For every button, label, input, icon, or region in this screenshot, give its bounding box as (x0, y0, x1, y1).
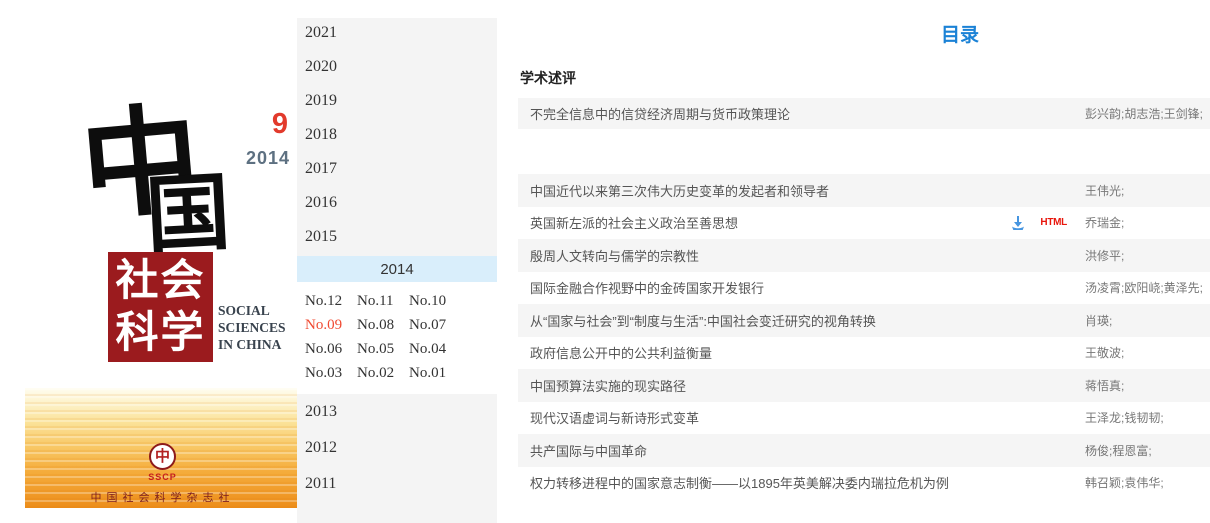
toc-title: 目录 (880, 20, 1040, 47)
toc-row: 政府信息公开中的公共利益衡量 王敬波; (518, 337, 1210, 370)
toc-row: 国际金融合作视野中的金砖国家开发银行 汤凌霄;欧阳峣;黄泽先; (518, 272, 1210, 305)
issue-item-no06[interactable]: No.06 (305, 337, 357, 361)
toc-section-heading: 学术述评 (520, 68, 576, 88)
article-authors[interactable]: 汤凌霄;欧阳峣;黄泽先; (1085, 279, 1210, 296)
cover-english-title: SOCIAL SCIENCES IN CHINA (218, 302, 286, 353)
article-title-link[interactable]: 政府信息公开中的公共利益衡量 (518, 343, 1085, 362)
article-title-link[interactable]: 中国预算法实施的现实路径 (518, 376, 1085, 395)
year-header-2014[interactable]: 2014 (297, 256, 497, 282)
cover-issue-year: 2014 (228, 148, 290, 169)
toc-row: 现代汉语虚词与新诗形式变革 王泽龙;钱韧韧; (518, 402, 1210, 435)
sscp-seal-icon: 中 (149, 443, 176, 470)
year-item-2011[interactable]: 2011 (297, 466, 497, 502)
year-expanded-2014: 2014 No.12 No.11 No.10 No.09 No.08 No.07… (297, 256, 497, 394)
issue-item-no05[interactable]: No.05 (357, 337, 409, 361)
issue-item-no11[interactable]: No.11 (357, 289, 409, 313)
article-authors[interactable]: 韩召颖;袁伟华; (1085, 474, 1210, 491)
issue-item-no07[interactable]: No.07 (409, 313, 461, 337)
article-title-link[interactable]: 中国近代以来第三次伟大历史变革的发起者和领导者 (518, 181, 1085, 200)
english-title-line3: IN CHINA (218, 336, 286, 353)
article-authors[interactable]: 洪修平; (1085, 247, 1210, 264)
toc-row: 共产国际与中国革命 杨俊;程恩富; (518, 434, 1210, 467)
toc-list: 不完全信息中的信贷经济周期与货币政策理论 彭兴韵;胡志浩;王剑锋; 中国近代以来… (518, 98, 1210, 499)
english-title-line2: SCIENCES (218, 319, 286, 336)
toc-row: 不完全信息中的信贷经济周期与货币政策理论 彭兴韵;胡志浩;王剑锋; (518, 98, 1210, 129)
issue-item-no12[interactable]: No.12 (305, 289, 357, 313)
issue-grid: No.12 No.11 No.10 No.09 No.08 No.07 No.0… (297, 282, 497, 394)
year-item-2013[interactable]: 2013 (297, 394, 497, 430)
article-actions: HTML (1010, 215, 1067, 231)
issue-item-no04[interactable]: No.04 (409, 337, 461, 361)
toc-section-gap (518, 129, 1210, 174)
article-title-link[interactable]: 国际金融合作视野中的金砖国家开发银行 (518, 278, 1085, 297)
issue-item-no09-active[interactable]: No.09 (305, 313, 357, 337)
article-authors[interactable]: 王伟光; (1085, 182, 1210, 199)
issue-item-no02[interactable]: No.02 (357, 361, 409, 385)
year-item-2017[interactable]: 2017 (297, 154, 497, 188)
article-title-link[interactable]: 现代汉语虚词与新诗形式变革 (518, 408, 1085, 427)
year-sidebar: 2021 2020 2019 2018 2017 2016 2015 2014 … (297, 18, 497, 523)
article-authors[interactable]: 王泽龙;钱韧韧; (1085, 409, 1210, 426)
article-authors[interactable]: 杨俊;程恩富; (1085, 442, 1210, 459)
cover-issue-number: 9 (238, 110, 288, 139)
cover-title-line1: 社会 (108, 255, 213, 307)
year-item-2012[interactable]: 2012 (297, 430, 497, 466)
year-item-2019[interactable]: 2019 (297, 86, 497, 120)
toc-row: 中国预算法实施的现实路径 蒋悟真; (518, 369, 1210, 402)
article-authors[interactable]: 乔瑞金; (1085, 214, 1210, 231)
year-item-2021[interactable]: 2021 (297, 18, 497, 52)
english-title-line1: SOCIAL (218, 302, 286, 319)
cover-title-line2: 科学 (108, 307, 213, 359)
year-item-2020[interactable]: 2020 (297, 52, 497, 86)
article-title-link[interactable]: 英国新左派的社会主义政治至善思想 (518, 213, 1010, 232)
sscp-abbr: SSCP (25, 472, 300, 482)
article-authors[interactable]: 彭兴韵;胡志浩;王剑锋; (1085, 105, 1210, 122)
cover-title-block: 社会 科学 (108, 252, 213, 362)
toc-row: 中国近代以来第三次伟大历史变革的发起者和领导者 王伟光; (518, 174, 1210, 207)
publisher-name: 中国社会科学杂志社 (25, 489, 300, 505)
issue-item-no01[interactable]: No.01 (409, 361, 461, 385)
year-item-2018[interactable]: 2018 (297, 120, 497, 154)
article-title-link[interactable]: 从“国家与社会”到“制度与生活”:中国社会变迁研究的视角转换 (518, 311, 1085, 330)
issue-item-no03[interactable]: No.03 (305, 361, 357, 385)
issue-item-no08[interactable]: No.08 (357, 313, 409, 337)
article-authors[interactable]: 王敬波; (1085, 344, 1210, 361)
download-icon[interactable] (1010, 215, 1026, 231)
toc-row: 从“国家与社会”到“制度与生活”:中国社会变迁研究的视角转换 肖瑛; (518, 304, 1210, 337)
publisher-panel: 中 SSCP 中国社会科学杂志社 (25, 388, 300, 508)
year-item-2016[interactable]: 2016 (297, 188, 497, 222)
article-authors[interactable]: 肖瑛; (1085, 312, 1210, 329)
article-title-link[interactable]: 权力转移进程中的国家意志制衡——以1895年英美解决委内瑞拉危机为例 (518, 473, 1085, 492)
article-authors[interactable]: 蒋悟真; (1085, 377, 1210, 394)
year-item-2015[interactable]: 2015 (297, 222, 497, 256)
cover-calligraphy-guo: 国 (144, 166, 233, 263)
article-title-link[interactable]: 不完全信息中的信贷经济周期与货币政策理论 (518, 104, 1085, 123)
html-fulltext-icon[interactable]: HTML (1040, 217, 1067, 228)
article-title-link[interactable]: 共产国际与中国革命 (518, 441, 1085, 460)
toc-row: 英国新左派的社会主义政治至善思想 HTML 乔瑞金; (518, 207, 1210, 240)
toc-row: 权力转移进程中的国家意志制衡——以1895年英美解决委内瑞拉危机为例 韩召颖;袁… (518, 467, 1210, 500)
article-title-link[interactable]: 殷周人文转向与儒学的宗教性 (518, 246, 1085, 265)
issue-item-no10[interactable]: No.10 (409, 289, 461, 313)
toc-row: 殷周人文转向与儒学的宗教性 洪修平; (518, 239, 1210, 272)
journal-cover: 中 国 9 2014 社会 科学 SOCIAL SCIENCES IN CHIN… (0, 0, 300, 523)
